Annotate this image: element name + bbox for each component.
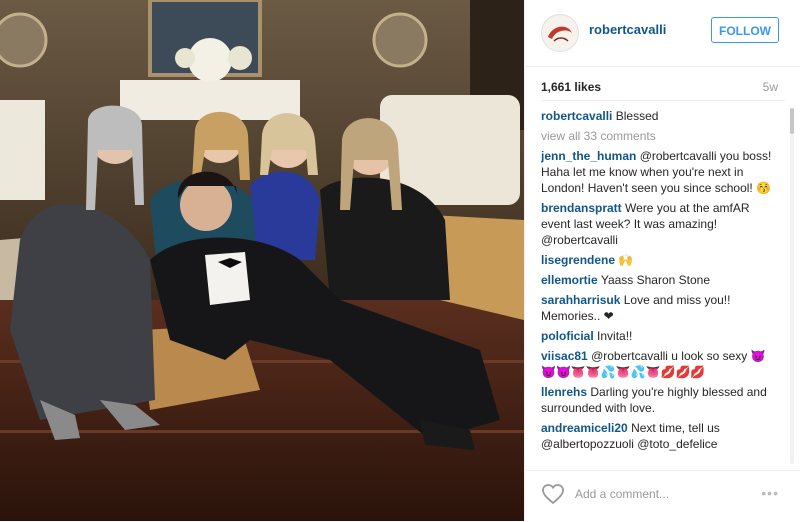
comment-text: Yaass Sharon Stone — [600, 273, 711, 287]
comment-text: 🙌 — [618, 253, 634, 267]
comment-username[interactable]: lisegrendene — [541, 253, 615, 267]
comment-item: brendanspratt Were you at the amfAR even… — [541, 200, 777, 248]
comments-list[interactable]: robertcavalli Blessed view all 33 commen… — [541, 108, 777, 466]
comment-bar: Add a comment... ••• — [525, 470, 800, 522]
comment-item: jenn_the_human @robertcavalli you boss! … — [541, 148, 777, 196]
more-options-button[interactable]: ••• — [761, 485, 779, 501]
likes-count[interactable]: 1,661 likes — [541, 80, 601, 94]
like-button[interactable] — [541, 483, 565, 505]
comment-username[interactable]: llenrehs — [541, 385, 587, 399]
comment-item: lisegrendene 🙌 — [541, 252, 777, 268]
follow-button[interactable]: FOLLOW — [711, 17, 779, 43]
post-sidebar: robertcavalli FOLLOW 1,661 likes 5w robe… — [524, 0, 800, 521]
view-all-comments-link[interactable]: view all 33 comments — [541, 128, 777, 144]
heart-icon — [542, 484, 564, 505]
caption-username[interactable]: robertcavalli — [541, 109, 612, 123]
post-header: robertcavalli FOLLOW — [525, 0, 800, 67]
comment-username[interactable]: jenn_the_human — [541, 149, 636, 163]
post-photo[interactable] — [0, 0, 524, 521]
comment-text: Invita!! — [597, 329, 633, 343]
scrollbar-thumb[interactable] — [790, 108, 794, 134]
photo-image — [0, 0, 524, 521]
comment-item: llenrehs Darling you're highly blessed a… — [541, 384, 777, 416]
comment-item: poloficial Invita!! — [541, 328, 777, 344]
comment-username[interactable]: ellemortie — [541, 273, 598, 287]
caption: robertcavalli Blessed — [541, 108, 777, 124]
comment-item: viisac81 @robertcavalli u look so sexy 😈… — [541, 348, 777, 380]
comment-username[interactable]: andreamiceli20 — [541, 421, 628, 435]
avatar[interactable] — [541, 14, 579, 52]
comment-item: andreamiceli20 Next time, tell us @alber… — [541, 420, 777, 452]
comment-username[interactable]: brendanspratt — [541, 201, 622, 215]
divider — [541, 100, 785, 101]
caption-text: Blessed — [615, 109, 659, 123]
comments-scrollbar[interactable] — [790, 108, 794, 464]
instagram-post: robertcavalli FOLLOW 1,661 likes 5w robe… — [0, 0, 800, 521]
comment-username[interactable]: poloficial — [541, 329, 594, 343]
comment-item: sarahharrisuk Love and miss you!! Memori… — [541, 292, 777, 324]
post-age[interactable]: 5w — [763, 80, 778, 94]
comment-item: ellemortie Yaass Sharon Stone — [541, 272, 777, 288]
post-username[interactable]: robertcavalli — [589, 22, 666, 37]
comment-username[interactable]: sarahharrisuk — [541, 293, 620, 307]
comment-username[interactable]: viisac81 — [541, 349, 588, 363]
avatar-logo-icon — [542, 15, 578, 51]
add-comment-input[interactable]: Add a comment... — [575, 487, 669, 501]
